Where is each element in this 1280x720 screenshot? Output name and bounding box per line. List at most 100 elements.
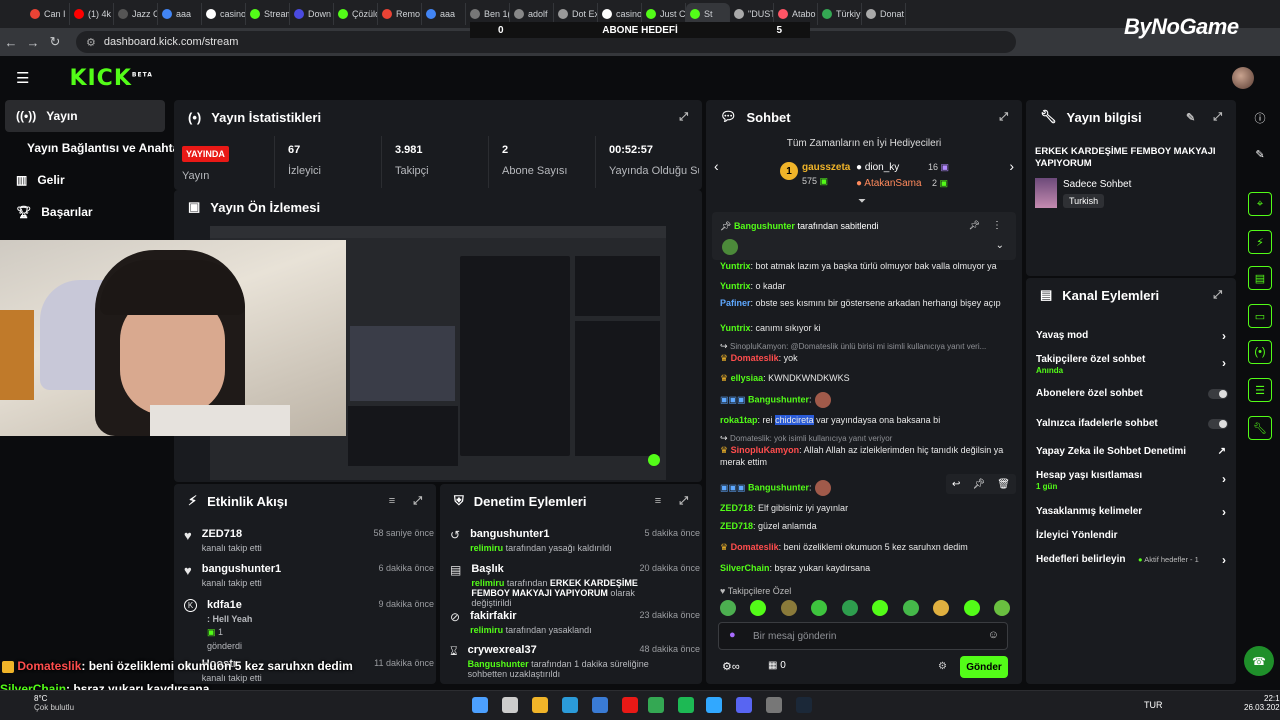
- browser-tab[interactable]: Stream: [246, 3, 290, 25]
- chevron-right-icon[interactable]: ›: [1222, 553, 1226, 567]
- expand-icon[interactable]: ⤢: [413, 495, 422, 508]
- chat-username[interactable]: SilverChain: [720, 563, 770, 573]
- chat-username[interactable]: Bangushunter: [748, 482, 809, 492]
- avatar[interactable]: [1232, 67, 1254, 89]
- reply-icon[interactable]: ↩: [952, 479, 960, 490]
- kick-logo[interactable]: KICKBETA: [69, 66, 152, 91]
- more-icon[interactable]: ⋮: [992, 220, 1002, 231]
- emote-icon[interactable]: [750, 600, 767, 616]
- channel-action-item[interactable]: Yalnızca ifadelerle sohbet: [1036, 418, 1232, 429]
- mod-actor[interactable]: relimiru: [470, 625, 503, 635]
- channel-action-item[interactable]: Yasaklanmış kelimeler ›: [1036, 505, 1232, 519]
- site-info-icon[interactable]: ⚙: [86, 36, 96, 49]
- expand-icon[interactable]: ⤢: [1213, 111, 1222, 124]
- chat-username[interactable]: Yuntrix: [720, 281, 751, 291]
- sidebar-item-gelir[interactable]: ▥ Gelir: [0, 164, 170, 196]
- browser-tab[interactable]: Can I: [26, 3, 70, 25]
- toggle-switch[interactable]: [1208, 389, 1228, 399]
- emote-icon[interactable]: [720, 600, 736, 616]
- pencil-icon[interactable]: ✎: [1248, 142, 1272, 166]
- emote-icon[interactable]: [841, 600, 858, 616]
- channel-action-item[interactable]: Hesap yaşı kısıtlaması 1 gün ›: [1036, 470, 1232, 491]
- chat-username[interactable]: Domateslik: [731, 542, 779, 552]
- mod-actor[interactable]: relimiru: [471, 578, 504, 588]
- weather-widget[interactable]: 8°C Çok bulutlu: [34, 694, 74, 712]
- collapse-icon[interactable]: ⏷: [858, 196, 866, 207]
- chat-username[interactable]: ZED718: [720, 503, 753, 513]
- external-link-icon[interactable]: ↗: [1218, 446, 1226, 457]
- file-explorer-icon[interactable]: [532, 697, 548, 713]
- chevron-right-icon[interactable]: ›: [1222, 472, 1226, 486]
- back-icon[interactable]: ←: [0, 35, 22, 50]
- lightning-icon[interactable]: ⚡︎: [1248, 230, 1272, 254]
- start-icon[interactable]: [472, 697, 488, 713]
- browser-tab[interactable]: (1) 4k: [70, 3, 114, 25]
- sidebar-item-yayin[interactable]: ((•)) Yayın: [5, 100, 165, 132]
- browser-tab[interactable]: aaa: [158, 3, 202, 25]
- emoji-icon[interactable]: ☺: [988, 629, 999, 641]
- language-indicator[interactable]: TUR: [1144, 700, 1163, 710]
- photoshop-icon[interactable]: [706, 697, 722, 713]
- spotify-icon[interactable]: [678, 697, 694, 713]
- emote-icon[interactable]: [963, 600, 980, 616]
- edge-icon[interactable]: [562, 697, 578, 713]
- emote-icon[interactable]: [872, 600, 889, 616]
- browser-tab[interactable]: Down: [290, 3, 334, 25]
- chevron-right-icon[interactable]: ›: [1222, 505, 1226, 519]
- browser-tab[interactable]: Türkiy: [818, 3, 862, 25]
- category-name[interactable]: Sadece Sohbet: [1063, 179, 1131, 190]
- microphone-icon[interactable]: ●: [729, 629, 736, 641]
- chat-username[interactable]: Yuntrix: [720, 323, 751, 333]
- expand-icon[interactable]: ⤢: [999, 111, 1008, 124]
- filter-icon[interactable]: ≡: [655, 495, 661, 507]
- mod-target[interactable]: fakirfakir: [470, 610, 592, 622]
- browser-tab[interactable]: Donat: [862, 3, 906, 25]
- search-icon[interactable]: [502, 697, 518, 713]
- feed-user[interactable]: ZED718: [202, 528, 262, 540]
- broadcast-icon[interactable]: (•): [1248, 340, 1272, 364]
- chat-username[interactable]: roka1tap: [720, 415, 758, 425]
- mod-actor[interactable]: Bangushunter: [468, 659, 529, 669]
- chat-input[interactable]: ● Bir mesaj gönderin ☺: [718, 622, 1008, 650]
- app-icon[interactable]: [592, 697, 608, 713]
- discord-icon[interactable]: [736, 697, 752, 713]
- browser-tab[interactable]: casino: [202, 3, 246, 25]
- emote-icon[interactable]: [993, 600, 1010, 616]
- channel-action-item[interactable]: Abonelere özel sohbet: [1036, 388, 1232, 399]
- chrome-icon[interactable]: [648, 697, 664, 713]
- emote-icon[interactable]: [811, 600, 828, 616]
- wrench-icon[interactable]: 🔧︎: [1248, 416, 1272, 440]
- menu-icon[interactable]: ☰: [16, 69, 29, 87]
- opera-icon[interactable]: [622, 697, 638, 713]
- gifter-2[interactable]: ● dion_ky: [856, 162, 899, 173]
- emote-icon[interactable]: [902, 600, 919, 616]
- chat-username[interactable]: ellysiaa: [731, 373, 764, 383]
- sidebar-item-stream-key[interactable]: Yayın Bağlantısı ve Anahtarı: [0, 132, 187, 164]
- chevron-right-icon[interactable]: ›: [1009, 158, 1014, 174]
- feed-user[interactable]: kdfa1e: [207, 599, 252, 611]
- browser-tab[interactable]: Jazz C: [114, 3, 158, 25]
- chevron-right-icon[interactable]: ›: [1222, 356, 1226, 370]
- chat-username[interactable]: Pafiner: [720, 298, 751, 308]
- chat-username[interactable]: SinopluKamyon: [731, 445, 800, 455]
- browser-tab[interactable]: Remo: [378, 3, 422, 25]
- info-icon[interactable]: ⓘ: [1248, 106, 1272, 130]
- top-gifter-name[interactable]: gausszeta: [802, 162, 850, 173]
- expand-icon[interactable]: ⤢: [1213, 289, 1222, 302]
- sidebar-item-basarilar[interactable]: 🏆︎ Başarılar: [0, 196, 170, 228]
- channel-action-item[interactable]: İzleyici Yönlendir: [1036, 530, 1232, 541]
- emote-icon[interactable]: [933, 600, 950, 616]
- channel-action-item[interactable]: Takipçilere özel sohbet Anında ›: [1036, 354, 1232, 375]
- browser-tab[interactable]: aaa: [422, 3, 466, 25]
- focus-icon[interactable]: ⌖: [1248, 192, 1272, 216]
- edit-icon[interactable]: ✎: [1186, 111, 1195, 124]
- chevron-left-icon[interactable]: ‹: [714, 158, 719, 174]
- chevron-down-icon[interactable]: ⌄: [996, 240, 1004, 251]
- channel-action-item[interactable]: Yapay Zeka ile Sohbet Denetimi ↗: [1036, 446, 1232, 457]
- emote-icon[interactable]: [780, 600, 797, 616]
- chat-icon[interactable]: ▭: [1248, 304, 1272, 328]
- browser-tab[interactable]: Çözüld: [334, 3, 378, 25]
- list-icon[interactable]: ☰: [1248, 378, 1272, 402]
- channel-action-item[interactable]: Yavaş mod ›: [1036, 329, 1232, 343]
- expand-icon[interactable]: ⤢: [679, 495, 688, 508]
